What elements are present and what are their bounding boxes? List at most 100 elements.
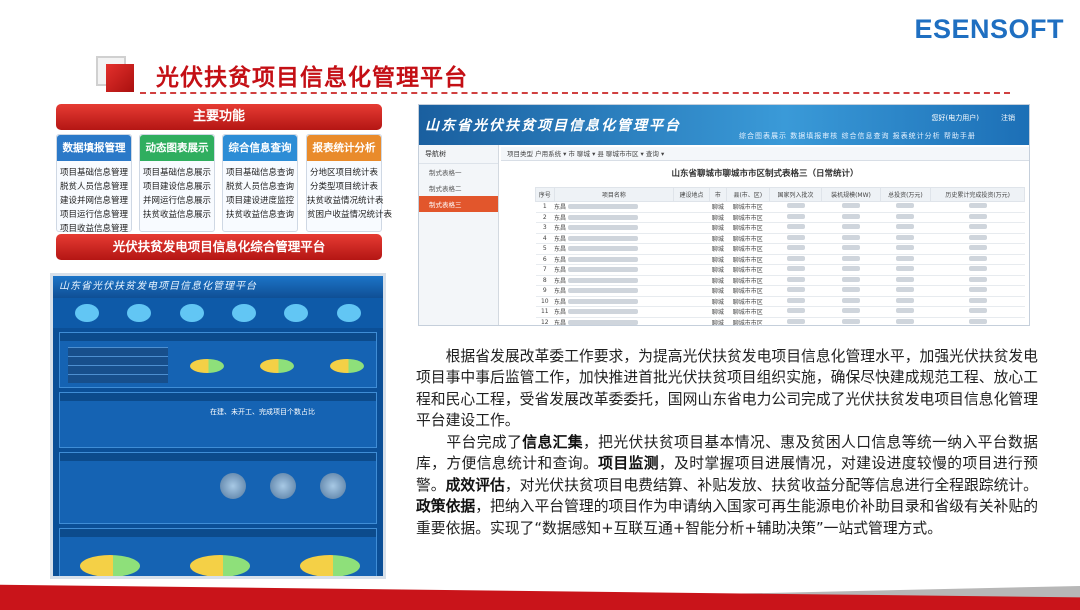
sidebar-item[interactable]: 制式表格三 [419,196,498,212]
diagram-item: 项目基础信息查询 [225,168,294,178]
table-row: 12 东昌 聊城 聊城市市区 [535,317,1025,325]
table-cell: 聊城 [709,212,727,223]
table-cell [769,233,822,244]
project-name: 东昌 [554,267,567,275]
table-cell: 东昌 [554,317,674,325]
table-cell [673,233,710,244]
table-cell: 东昌 [554,306,674,318]
sidebar-item[interactable]: 制式表格一 [419,164,498,180]
table-cell: 东昌 [554,212,674,223]
diagram-item: 项目基础信息展示 [142,168,211,178]
diagram-item: 建设并网信息管理 [59,196,128,206]
table-row: 11 东昌 聊城 聊城市市区 [535,306,1025,318]
table-cell [821,275,881,286]
table-cell [880,233,931,244]
table-cell [673,201,710,213]
table-cell [769,296,822,307]
table-cell: 聊城市市区 [726,317,770,325]
project-name: 东昌 [554,225,567,233]
highlight-policy-basis: 政策依据 [416,498,476,516]
diagram-item: 项目运行信息管理 [59,210,128,220]
page-title: 光伏扶贫项目信息化管理平台 [156,65,468,91]
table-cell [821,254,881,265]
project-name: 东昌 [554,256,567,264]
table-row: 7 东昌 聊城 聊城市市区 [535,264,1025,276]
table-cell: 聊城市市区 [726,264,770,276]
dashboard-panel-text: 在建、未开工、完成项目个数占比 [210,408,315,416]
table-cell: 聊城市市区 [726,243,770,255]
table-header: 序号 [535,187,555,202]
diagram-item: 并网运行信息展示 [142,196,211,206]
table-cell [769,285,822,297]
function-diagram: 主要功能 数据填报管理 项目基础信息管理 脱贫人员信息管理 建设并网信息管理 项目运行信… [56,104,393,260]
table-cell [673,212,710,223]
table-cell [821,296,881,307]
table-cell [930,275,1025,286]
table-cell: 东昌 [554,296,674,307]
table-cell: 东昌 [554,254,674,265]
table-cell [880,317,931,325]
table-cell [880,285,931,297]
table-cell [880,306,931,318]
diagram-item: 扶贫收益信息查询 [225,210,294,220]
table-cell: 8 [535,275,555,286]
table-header: 历史累计完成投资(万元) [930,187,1025,202]
table-header: 县(市、区) [725,187,770,202]
table-cell: 2 [535,212,555,223]
dashboard-panel-progress: 在建、未开工、完成项目个数占比 [59,392,377,448]
table-cell: 聊城 [709,254,727,265]
table-cell [769,201,822,213]
table-cell: 聊城市市区 [726,254,770,265]
table-cell: 聊城市市区 [726,222,770,234]
body-paragraph-2: 平台完成了信息汇集，把光伏扶贫项目基本情况、惠及贫困人口信息等统一纳入平台数据库… [416,434,1038,537]
table-row: 4 东昌 聊城 聊城市市区 [535,233,1025,244]
table-cell [930,285,1025,297]
table-cell: 12 [535,317,555,325]
table-cell [880,264,931,276]
dashboard-panel-table [59,332,377,388]
body-paragraph-1: 根据省发展改革委工作要求，为提高光伏扶贫发电项目信息化管理水平，加强光伏扶贫发电… [416,348,1038,430]
table-cell: 聊城市市区 [726,275,770,286]
table-cell [930,233,1025,244]
table-cell [769,264,822,276]
diagram-item: 项目建设信息展示 [142,182,211,192]
highlight-info-collection: 信息汇集 [522,434,583,451]
diagram-item: 贫困户收益情况统计表 [307,210,393,220]
table-cell: 聊城 [709,201,727,213]
system-title: 山东省光伏扶贫项目信息化管理平台 [425,118,681,134]
table-cell [880,243,931,255]
table-cell: 聊城 [709,296,727,307]
project-name: 东昌 [554,298,567,306]
table-cell: 聊城市市区 [726,201,770,213]
sidebar-item[interactable]: 制式表格二 [419,180,498,196]
table-cell [880,222,931,234]
project-name: 东昌 [554,277,567,285]
table-row: 10 东昌 聊城 聊城市市区 [535,296,1025,307]
table-cell [673,296,710,307]
table-cell: 东昌 [554,264,674,276]
table-cell [673,285,710,297]
table-cell: 东昌 [554,243,674,255]
system-logout: 注销 [1001,114,1015,122]
table-cell [930,201,1025,213]
project-name: 东昌 [554,204,567,212]
table-cell [930,254,1025,265]
table-cell: 聊城市市区 [726,212,770,223]
dashboard-stats [53,298,383,328]
table-cell [821,264,881,276]
table-cell: 聊城市市区 [726,306,770,318]
diagram-column-title: 报表统计分析 [307,135,381,161]
table-cell [769,306,822,318]
diagram-item: 脱贫人员信息查询 [225,182,294,192]
table-header: 总投资(万元) [879,187,932,202]
system-screenshot: 山东省光伏扶贫项目信息化管理平台 综合图表展示 数据填报审核 综合信息查询 报表… [418,104,1030,326]
diagram-column-title: 动态图表展示 [140,135,214,161]
project-name: 东昌 [554,246,567,254]
table-cell: 5 [535,243,555,255]
dashboard-panel-pies [59,528,377,576]
diagram-column-title: 综合信息查询 [223,135,297,161]
table-cell: 11 [535,306,555,318]
table-cell [673,222,710,234]
diagram-column: 报表统计分析 分地区项目统计表 分类型项目统计表 扶贫收益情况统计表 贫困户收益情况统计… [306,134,393,232]
title-decoration-icon [96,56,136,92]
